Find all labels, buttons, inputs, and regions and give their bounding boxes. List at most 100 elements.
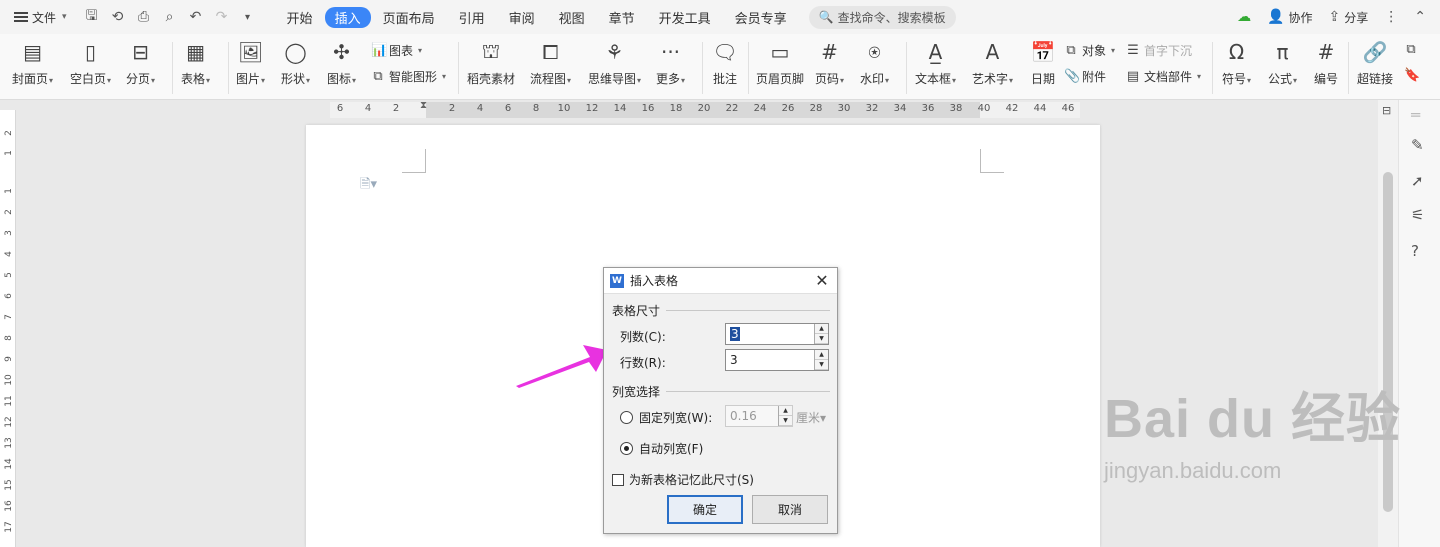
object-label: 对象	[1082, 44, 1107, 58]
columns-up-icon[interactable]: ▲	[815, 324, 828, 334]
mindmap-button[interactable]: ⚘ 思维导图▾	[588, 38, 641, 87]
fixed-width-value: 0.16	[730, 409, 757, 423]
bookmark-button[interactable]: 🔖	[1404, 68, 1420, 83]
vertical-ruler[interactable]: 2 1 1 2 3 4 5 6 7 8 9 10 11 12 13 14 15 …	[0, 110, 16, 547]
remember-size-option[interactable]: 为新表格记忆此尺寸(S)	[612, 471, 754, 488]
textbox-button[interactable]: A̲ 文本框▾	[915, 38, 956, 87]
smartart-button[interactable]: ⧉ 智能图形 ▾	[371, 68, 446, 85]
tab-home[interactable]: 开始	[275, 6, 325, 29]
redo-icon[interactable]: ↷	[213, 9, 231, 25]
vruler-tick: 5	[4, 272, 14, 278]
tab-insert[interactable]: 插入	[324, 6, 371, 28]
fixed-width-option[interactable]: 固定列宽(W):	[620, 409, 712, 426]
material-button[interactable]: ⛫ 稻壳素材	[467, 38, 515, 87]
docparts-button[interactable]: ▤ 文档部件 ▾	[1126, 68, 1201, 85]
rows-down-icon[interactable]: ▼	[815, 360, 828, 370]
quick-access-toolbar: 🖫 ⟲ ⎙ ⌕ ↶ ↷ ▾	[83, 5, 257, 29]
rows-value[interactable]: 3	[726, 353, 814, 367]
more-options-icon[interactable]: ⋮	[1384, 9, 1398, 25]
shape-label: 形状	[281, 72, 306, 86]
tab-section[interactable]: 章节	[597, 6, 647, 29]
close-icon[interactable]: ✕	[813, 271, 831, 290]
customize-icon[interactable]: ▾	[239, 12, 257, 23]
columns-value[interactable]: 3	[730, 327, 740, 341]
ruler-tick: 40	[977, 103, 991, 114]
cover-page-button[interactable]: ▤ 封面页▾	[12, 38, 53, 87]
picture-button[interactable]: 🖼 图片▾	[236, 38, 265, 87]
columns-stepper[interactable]: 3 ▲ ▼	[725, 323, 829, 345]
ok-button[interactable]: 确定	[667, 495, 743, 524]
cursor-icon[interactable]: ➚	[1411, 172, 1424, 190]
ruler-tick: 46	[1061, 103, 1075, 114]
dropcap-button[interactable]: ☰ 首字下沉	[1126, 42, 1192, 59]
split-view-icon[interactable]: ⊟	[1382, 104, 1391, 117]
cloud-sync-icon[interactable]: ☁	[1237, 9, 1251, 25]
watermark-button[interactable]: ⍟ 水印▾	[860, 38, 889, 87]
date-button[interactable]: 📅 日期	[1029, 38, 1057, 87]
document-icon[interactable]: 🗎▾	[360, 175, 377, 197]
page-break-icon: ⊟	[132, 40, 149, 64]
chart-button[interactable]: 📊 图表 ▾	[371, 42, 422, 59]
rows-up-icon[interactable]: ▲	[815, 350, 828, 360]
ribbon-separator	[228, 42, 229, 94]
settings-sliders-icon[interactable]: ⚟	[1411, 206, 1424, 224]
print-icon[interactable]: ⎙	[135, 9, 153, 25]
collab-button[interactable]: 👤 协作	[1267, 9, 1312, 26]
tab-references[interactable]: 引用	[447, 6, 497, 29]
object-button[interactable]: ⧉ 对象 ▾	[1064, 42, 1115, 59]
shape-button[interactable]: ◯ 形状▾	[281, 38, 310, 87]
blank-page-button[interactable]: ▯ 空白页▾	[70, 38, 111, 87]
symbol-label: 符号	[1222, 72, 1247, 86]
pen-icon[interactable]: ✎	[1411, 136, 1424, 154]
help-icon[interactable]: ?	[1411, 242, 1419, 260]
formula-button[interactable]: π 公式▾	[1268, 38, 1297, 87]
flowchart-button[interactable]: ⧠ 流程图▾	[530, 38, 571, 87]
horizontal-ruler[interactable]: ⧗ 6 4 2 2 4 6 8 10 12 14 16 18 20 22 24 …	[0, 100, 1400, 122]
fixed-width-radio[interactable]	[620, 411, 633, 424]
indent-marker-icon[interactable]: ⧗	[420, 100, 427, 111]
share-button[interactable]: ⇪ 分享	[1329, 9, 1369, 26]
collapse-ribbon-icon[interactable]: ⌃	[1414, 9, 1426, 25]
format-painter-icon[interactable]: ⟲	[109, 9, 127, 25]
fixed-up-icon: ▲	[779, 406, 792, 416]
save-icon[interactable]: 🖫	[83, 5, 101, 29]
tab-view[interactable]: 视图	[547, 6, 597, 29]
remember-size-checkbox[interactable]	[612, 473, 624, 486]
page-break-button[interactable]: ⊟ 分页▾	[126, 38, 155, 87]
numbering-button[interactable]: # 编号	[1312, 38, 1340, 87]
wordart-button[interactable]: A 艺术字▾	[972, 38, 1013, 87]
dropcap-label: 首字下沉	[1144, 44, 1193, 58]
auto-width-option[interactable]: 自动列宽(F)	[620, 440, 703, 457]
undo-icon[interactable]: ↶	[187, 9, 205, 25]
tab-developer[interactable]: 开发工具	[647, 6, 723, 29]
table-button[interactable]: ▦ 表格▾	[181, 38, 210, 87]
auto-width-radio[interactable]	[620, 442, 633, 455]
header-footer-button[interactable]: ▭ 页眉页脚	[756, 38, 804, 87]
vruler-tick: 1	[4, 188, 14, 194]
cancel-button[interactable]: 取消	[752, 495, 828, 524]
tab-review[interactable]: 审阅	[497, 6, 547, 29]
print-preview-icon[interactable]: ⌕	[161, 9, 179, 25]
dialog-titlebar[interactable]: W 插入表格 ✕	[604, 268, 837, 294]
textbox-label: 文本框	[915, 72, 952, 86]
ruler-tick: 4	[476, 103, 484, 114]
attachment-button[interactable]: 📎 附件	[1064, 68, 1106, 85]
page-number-icon: #	[821, 40, 838, 64]
vruler-tick: 7	[4, 314, 14, 320]
hyperlink-button[interactable]: 🔗 超链接	[1357, 38, 1393, 87]
icon-button[interactable]: ✣ 图标▾	[327, 38, 356, 87]
command-search[interactable]: 🔍 查找命令、搜索模板	[808, 5, 956, 29]
ribbon-separator	[906, 42, 907, 94]
columns-down-icon[interactable]: ▼	[815, 334, 828, 344]
ruler-tick: 30	[837, 103, 851, 114]
ruler-tick: 8	[532, 103, 540, 114]
symbol-button[interactable]: Ω 符号▾	[1222, 38, 1251, 87]
crossref-button[interactable]: ⧉	[1404, 42, 1418, 57]
more-button[interactable]: ··· 更多▾	[656, 38, 685, 87]
tab-member[interactable]: 会员专享	[723, 6, 799, 29]
file-menu[interactable]: 文件 ▾	[0, 0, 75, 34]
comment-button[interactable]: 🗨 批注	[711, 38, 739, 87]
page-number-button[interactable]: # 页码▾	[815, 38, 844, 87]
tab-page-layout[interactable]: 页面布局	[371, 6, 447, 29]
rows-stepper[interactable]: 3 ▲ ▼	[725, 349, 829, 371]
